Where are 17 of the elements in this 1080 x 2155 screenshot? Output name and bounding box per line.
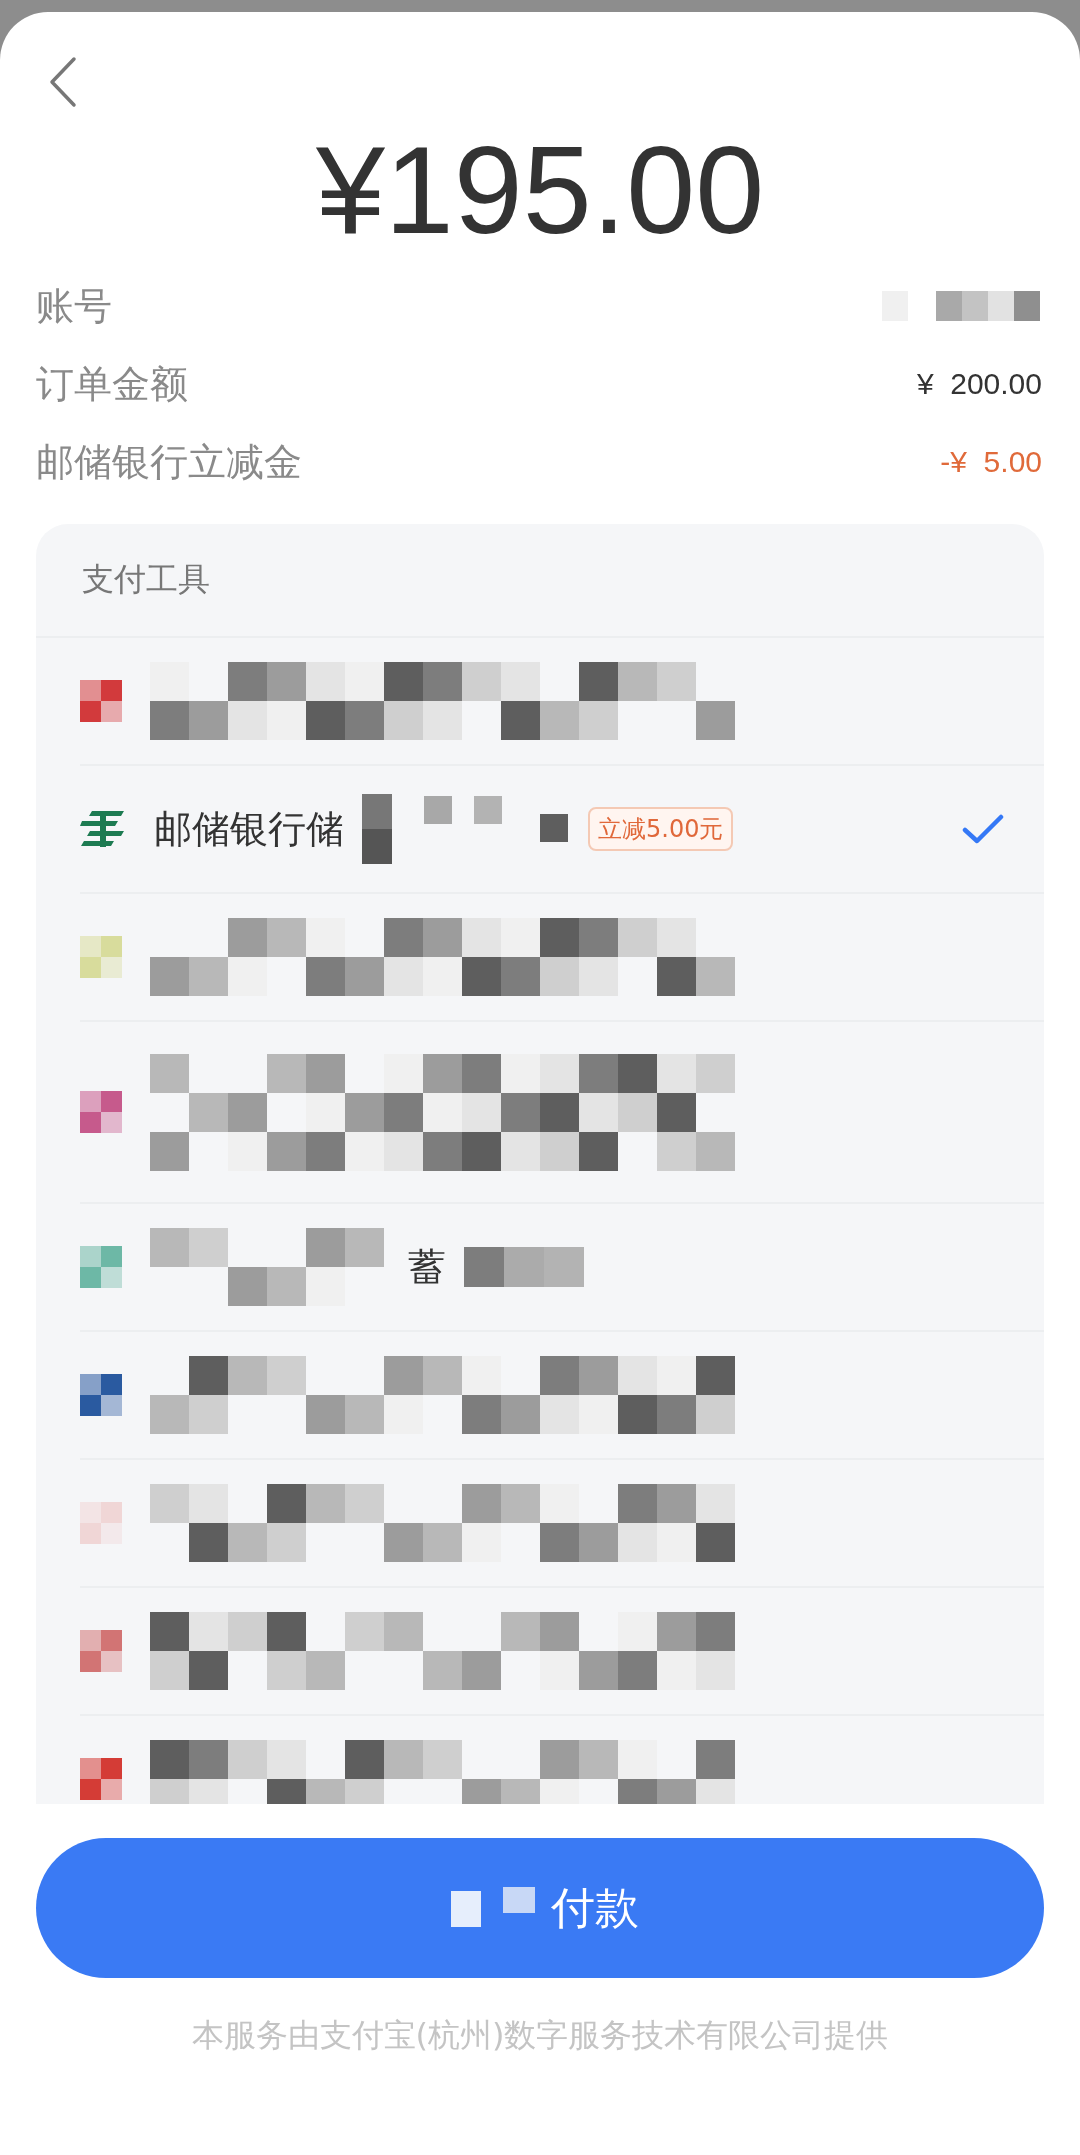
payment-amount: ¥195.00 bbox=[314, 128, 766, 252]
pay-button[interactable]: 付款 bbox=[36, 1838, 1044, 1978]
footer-note: 本服务由支付宝(杭州)数字服务技术有限公司提供 bbox=[190, 2015, 890, 2056]
back-icon[interactable] bbox=[48, 56, 78, 108]
section-title: 支付工具 bbox=[36, 524, 1044, 638]
detail-value: -¥ 5.00 bbox=[940, 445, 1042, 479]
bank-name: 蓄 bbox=[408, 1243, 446, 1291]
bank-name: 邮储银行储 bbox=[154, 805, 344, 853]
checkmark-icon bbox=[962, 813, 1004, 845]
discount-tag: 立减5.00元 bbox=[588, 807, 734, 851]
redacted-mosaic bbox=[540, 814, 570, 844]
detail-label: 账号 bbox=[36, 282, 112, 330]
detail-label: 订单金额 bbox=[36, 360, 188, 408]
detail-value: ¥ 200.00 bbox=[916, 367, 1042, 401]
payment-option[interactable]: 蓄 bbox=[80, 1204, 1044, 1332]
payment-option[interactable]: 邮储银行储 立减5.00元 bbox=[80, 766, 1044, 894]
detail-label: 邮储银行立减金 bbox=[36, 438, 302, 486]
